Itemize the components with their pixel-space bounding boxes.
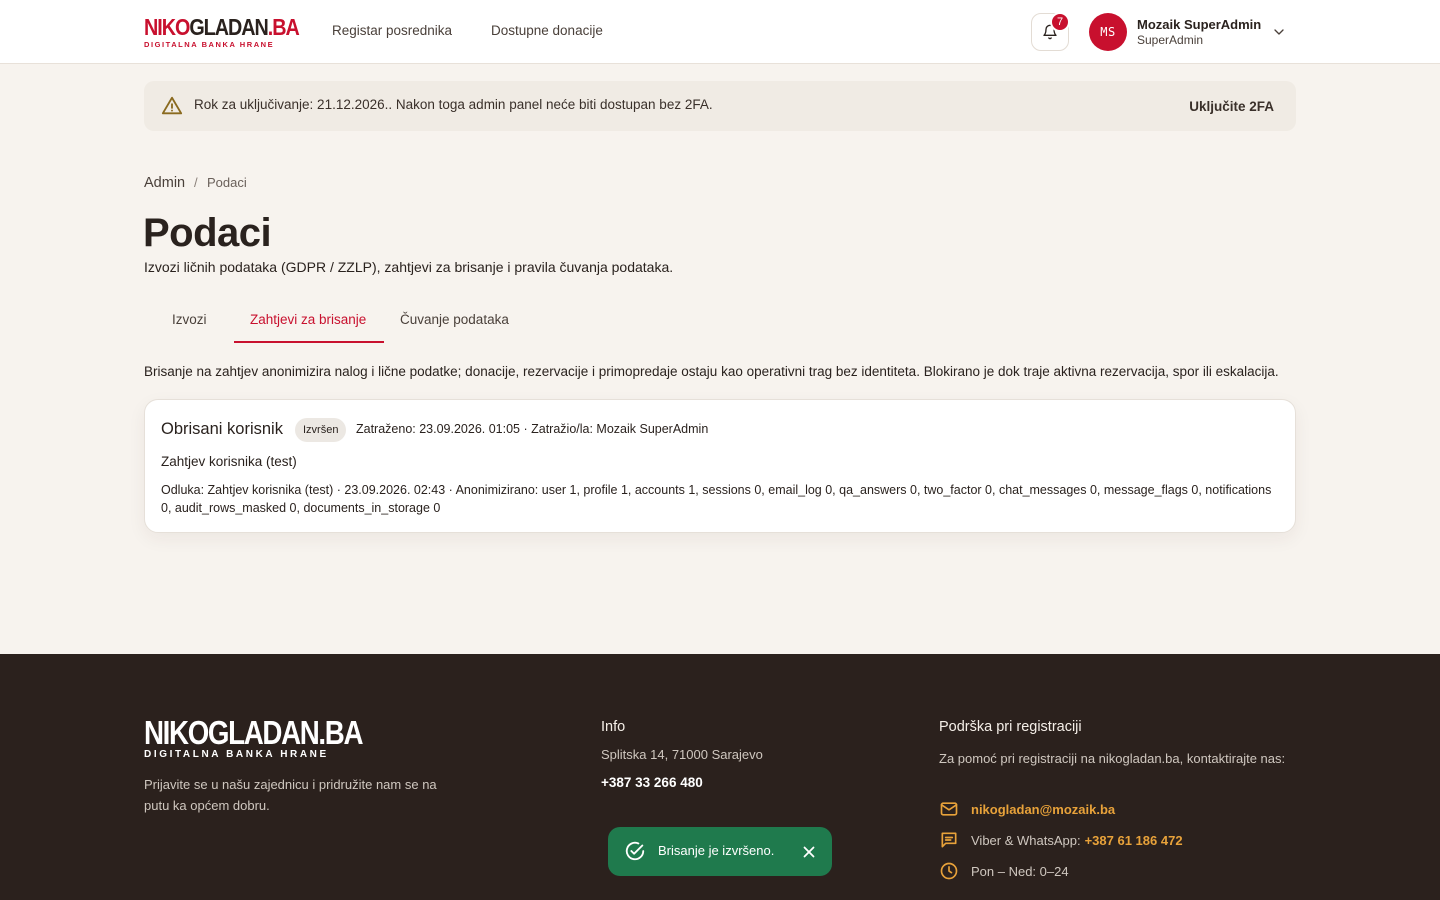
deletion-request-card: Obrisani korisnik Izvršen Zatraženo: 23.…	[144, 399, 1296, 533]
request-meta: Zatraženo: 23.09.2026. 01:05 · Zatražio/…	[356, 422, 709, 436]
footer-support-text: Za pomoć pri registraciji na nikogladan.…	[939, 751, 1286, 766]
toast-message: Brisanje je izvršeno.	[658, 843, 775, 858]
user-avatar[interactable]: MS	[1089, 13, 1127, 51]
alert-message: Rok za uključivanje: 21.12.2026.. Nakon …	[194, 97, 713, 112]
page-subtitle: Izvozi ličnih podataka (GDPR / ZZLP), za…	[144, 259, 674, 275]
active-tab-indicator	[234, 341, 384, 343]
footer-hours-row: Pon – Ned: 0–24	[939, 861, 1069, 881]
logo-tagline: DIGITALNA BANKA HRANE	[144, 40, 275, 49]
nav-link-registar-posrednika[interactable]: Registar posrednika	[332, 23, 452, 38]
breadcrumb-separator: /	[194, 175, 198, 190]
section-description: Brisanje na zahtjev anonimizira nalog i …	[144, 364, 1279, 379]
logo-wordmark: NIKOGLADAN.BA	[144, 14, 300, 40]
twofa-alert: Rok za uključivanje: 21.12.2026.. Nakon …	[144, 81, 1296, 131]
nav-link-dostupne-donacije[interactable]: Dostupne donacije	[491, 23, 603, 38]
success-toast: Brisanje je izvršeno.	[608, 827, 832, 876]
footer-viber-link[interactable]: +387 61 186 472	[1085, 833, 1183, 848]
tab-zahtjevi-za-brisanje[interactable]: Zahtjevi za brisanje	[250, 312, 366, 327]
footer-info-heading: Info	[601, 719, 626, 735]
enable-2fa-button[interactable]: Uključite 2FA	[1189, 99, 1274, 114]
footer-viber-row: Viber & WhatsApp: +387 61 186 472	[939, 830, 1183, 850]
footer-logo-wordmark: NIKOGLADAN.BA	[144, 714, 363, 751]
breadcrumb-current: Podaci	[207, 175, 247, 190]
footer-viber-label: Viber & WhatsApp:	[971, 832, 1081, 848]
footer-address: Splitska 14, 71000 Sarajevo	[601, 747, 763, 762]
footer-email-link[interactable]: nikogladan@mozaik.ba	[971, 802, 1115, 817]
breadcrumb-admin-link[interactable]: Admin	[144, 175, 185, 191]
chevron-down-icon[interactable]	[1271, 24, 1287, 40]
footer-hours: Pon – Ned: 0–24	[971, 863, 1069, 879]
request-decision: Odluka: Zahtjev korisnika (test) · 23.09…	[161, 483, 1272, 515]
chat-icon	[941, 832, 957, 848]
footer-support-heading: Podrška pri registraciji	[939, 719, 1082, 735]
request-reason: Zahtjev korisnika (test)	[161, 454, 297, 469]
request-title: Obrisani korisnik	[161, 420, 283, 438]
check-circle-icon	[625, 841, 645, 861]
close-icon[interactable]	[800, 843, 818, 861]
footer-about: Prijavite se u našu zajednicu i pridruži…	[144, 777, 437, 813]
user-role: SuperAdmin	[1137, 33, 1204, 47]
user-name[interactable]: Mozaik SuperAdmin	[1137, 17, 1261, 32]
tab-izvozi[interactable]: Izvozi	[172, 312, 207, 327]
site-logo[interactable]: NIKOGLADAN.BA DIGITALNA BANKA HRANE	[144, 14, 300, 50]
warning-icon	[161, 96, 183, 115]
notifications-count-badge: 7	[1050, 12, 1070, 32]
clock-icon	[940, 862, 958, 880]
footer-phone[interactable]: +387 33 266 480	[601, 775, 703, 790]
mail-icon	[940, 802, 958, 816]
top-header: NIKOGLADAN.BA DIGITALNA BANKA HRANE Regi…	[0, 0, 1440, 64]
footer-logo[interactable]: NIKOGLADAN.BA DIGITALNA BANKA HRANE	[144, 714, 404, 760]
status-badge: Izvršen	[295, 418, 347, 442]
page-title: Podaci	[143, 211, 272, 255]
footer-email-row: nikogladan@mozaik.ba	[939, 799, 1115, 819]
tab-cuvanje-podataka[interactable]: Čuvanje podataka	[400, 312, 509, 327]
